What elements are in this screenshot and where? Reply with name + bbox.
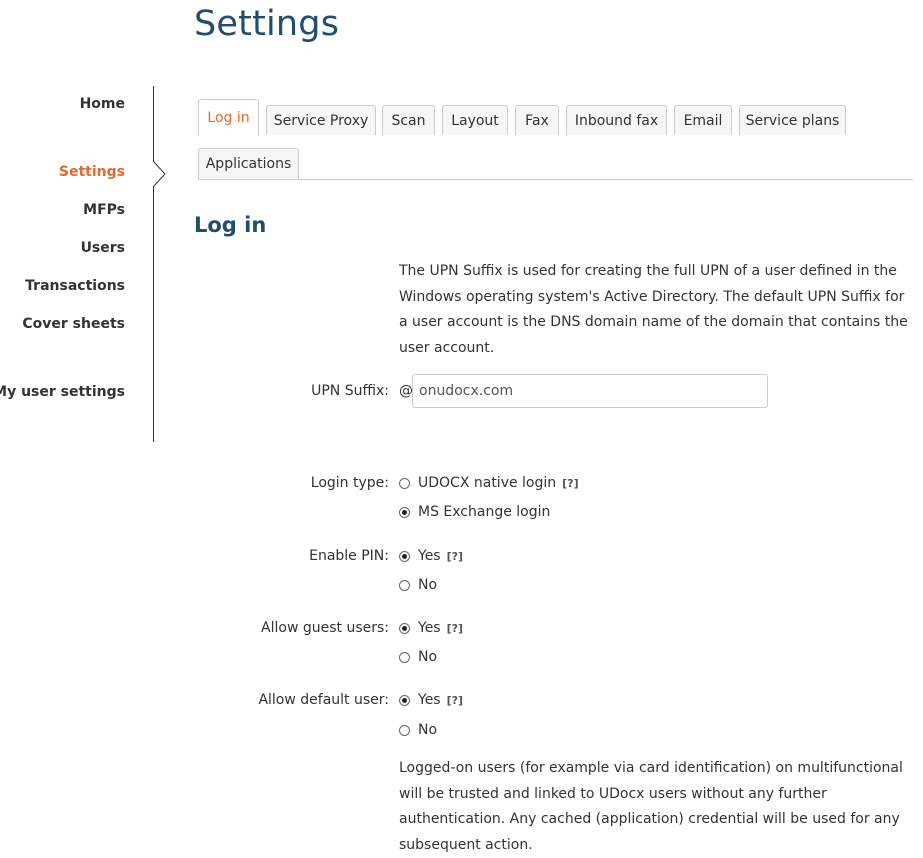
sidebar-item-transactions[interactable]: Transactions: [25, 278, 125, 294]
radio-guest-yes[interactable]: [399, 622, 410, 634]
sidebar-item-cover-sheets[interactable]: Cover sheets: [22, 316, 125, 332]
upn-at-prefix: @: [399, 383, 413, 399]
radio-guest-no[interactable]: [399, 651, 410, 663]
tab-inbound-fax[interactable]: Inbound fax: [566, 105, 667, 135]
help-icon[interactable]: [?]: [562, 477, 578, 490]
radio-login-exchange[interactable]: [399, 506, 410, 518]
allow-guest-yes-option[interactable]: Yes [?]: [399, 620, 463, 636]
default-user-description: Logged-on users (for example via card id…: [399, 760, 903, 853]
enable-pin-no-label: No: [418, 577, 438, 593]
upn-description: The UPN Suffix is used for creating the …: [399, 263, 908, 356]
enable-pin-yes-label: Yes: [418, 548, 441, 564]
tab-email[interactable]: Email: [674, 105, 732, 135]
enable-pin-yes-option[interactable]: Yes [?]: [399, 548, 463, 564]
allow-default-no-label: No: [418, 722, 438, 738]
active-item-pointer-icon: [153, 161, 166, 187]
login-type-exchange-option[interactable]: MS Exchange login: [399, 504, 550, 520]
allow-default-label: Allow default user:: [258, 692, 389, 708]
radio-login-native[interactable]: [399, 477, 410, 489]
tab-log-in[interactable]: Log in: [198, 99, 259, 136]
help-icon[interactable]: [?]: [447, 694, 463, 707]
radio-pin-no[interactable]: [399, 579, 410, 591]
login-type-exchange-label: MS Exchange login: [418, 504, 551, 520]
tab-fax[interactable]: Fax: [515, 105, 559, 135]
login-type-label: Login type:: [310, 475, 389, 491]
help-icon[interactable]: [?]: [447, 550, 463, 563]
tab-service-plans[interactable]: Service plans: [739, 105, 846, 135]
upn-suffix-label: UPN Suffix:: [311, 383, 389, 399]
radio-default-no[interactable]: [399, 724, 410, 736]
upn-suffix-input[interactable]: [412, 374, 768, 408]
tab-applications[interactable]: Applications: [198, 148, 299, 179]
allow-guest-no-option[interactable]: No: [399, 649, 437, 665]
enable-pin-label: Enable PIN:: [309, 548, 389, 564]
allow-guest-no-label: No: [418, 649, 438, 665]
radio-pin-yes[interactable]: [399, 550, 410, 562]
allow-default-yes-option[interactable]: Yes [?]: [399, 692, 463, 708]
sidebar-item-settings[interactable]: Settings: [59, 164, 125, 180]
enable-pin-no-option[interactable]: No: [399, 577, 437, 593]
allow-default-no-option[interactable]: No: [399, 722, 437, 738]
sidebar-nav: Home Settings MFPs Users Transactions Co…: [0, 0, 155, 442]
allow-guest-yes-label: Yes: [418, 620, 441, 636]
tab-layout[interactable]: Layout: [442, 105, 508, 135]
tab-bar-divider: [198, 179, 913, 180]
section-title: Log in: [194, 213, 267, 237]
login-type-native-label: UDOCX native login: [418, 475, 557, 491]
radio-default-yes[interactable]: [399, 694, 410, 706]
sidebar-item-home[interactable]: Home: [80, 96, 125, 112]
allow-default-yes-label: Yes: [418, 692, 441, 708]
page-title: Settings: [194, 4, 340, 44]
tab-scan[interactable]: Scan: [382, 105, 435, 135]
help-icon[interactable]: [?]: [447, 622, 463, 635]
sidebar-item-mfps[interactable]: MFPs: [83, 202, 125, 218]
sidebar-item-users[interactable]: Users: [81, 240, 125, 256]
tab-service-proxy[interactable]: Service Proxy: [266, 105, 376, 135]
allow-guest-label: Allow guest users:: [261, 620, 389, 636]
login-type-native-option[interactable]: UDOCX native login [?]: [399, 475, 579, 491]
